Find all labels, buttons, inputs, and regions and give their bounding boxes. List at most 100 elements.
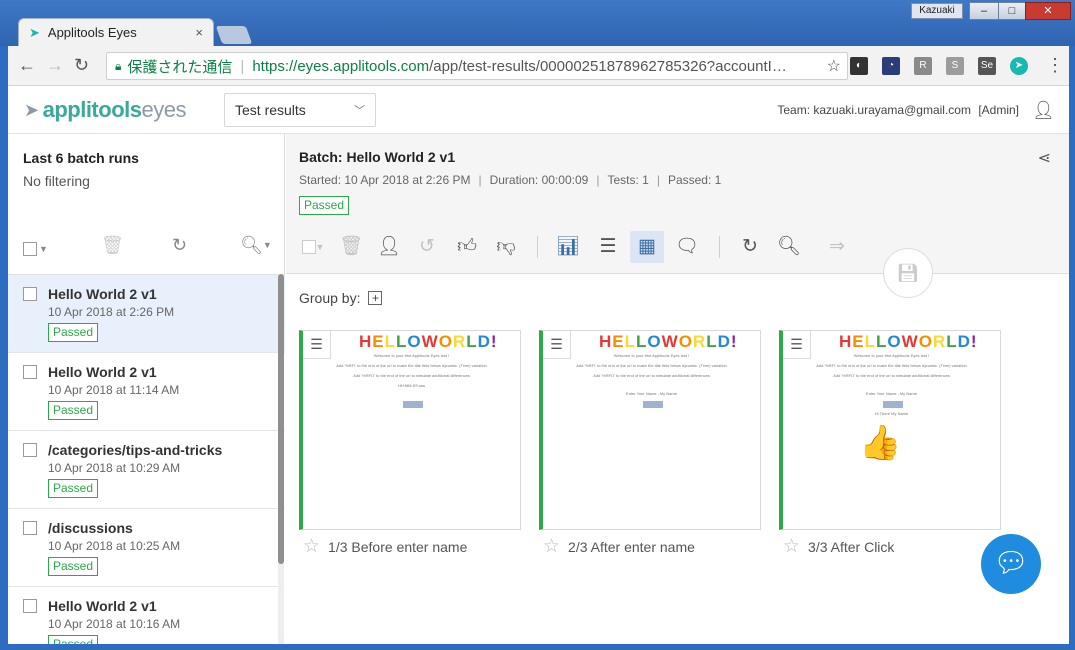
thumbs-up-icon[interactable]: 👍︎ — [453, 234, 481, 260]
undo-icon[interactable]: ↺ — [413, 234, 441, 260]
snapshot-text: HH:MM:SS.sss — [397, 383, 426, 388]
logo-sub-text: eyes — [141, 97, 186, 122]
snapshot-button — [643, 401, 663, 408]
browser-toolbar: ← → ↻ 🔒︎ 保護された通信 | https://eyes.applitoo… — [8, 46, 1069, 86]
status-badge: Passed — [48, 401, 99, 420]
back-icon[interactable]: ← — [18, 55, 36, 75]
secure-label: 保護された通信 — [127, 58, 233, 76]
rw-icon[interactable]: R — [914, 57, 932, 75]
address-bar[interactable]: 🔒︎ 保護された通信 | https://eyes.applitools.com… — [106, 52, 848, 80]
speed-icon[interactable]: ◔ — [882, 57, 900, 75]
snapshot-text: Add '%RFI' to the end of the url to make… — [336, 363, 487, 368]
comments-icon[interactable]: 🗨︎ — [673, 234, 701, 260]
batch-checkbox[interactable] — [23, 365, 37, 379]
batch-checkbox[interactable] — [23, 443, 37, 457]
browser-tab[interactable]: ➤ Applitools Eyes × — [18, 18, 214, 46]
applitools-logo[interactable]: ➤ applitools eyes — [24, 97, 186, 123]
window-user-badge: Kazuaki — [911, 3, 963, 19]
batch-item[interactable]: Hello World 2 v1 10 Apr 2018 at 2:26 PM … — [8, 275, 285, 353]
batch-tests: Tests: 1 — [607, 173, 649, 187]
batch-item[interactable]: /discussions 10 Apr 2018 at 10:25 AM Pas… — [8, 509, 285, 587]
batch-date: 10 Apr 2018 at 11:14 AM — [48, 383, 180, 397]
refresh-icon[interactable]: ↻ — [172, 234, 187, 256]
sidebar-filter[interactable]: No filtering — [23, 173, 90, 189]
batch-checkbox[interactable] — [23, 599, 37, 613]
save-icon[interactable]: 💾︎ — [883, 248, 933, 298]
step-caption-text[interactable]: 1/3 Before enter name — [328, 539, 467, 555]
bar-chart-icon[interactable]: 📊︎ — [554, 234, 582, 260]
status-badge: Passed — [48, 479, 99, 498]
scrollbar-thumb[interactable] — [278, 274, 284, 564]
star-icon[interactable]: ☆ — [303, 535, 320, 558]
grid-view-icon[interactable]: ▦ — [630, 231, 664, 263]
lock-icon: 🔒︎ — [115, 58, 122, 73]
step-card[interactable]: ☰ HELLO WORLD! Welcome to your first App… — [779, 330, 1001, 530]
assign-user-icon[interactable]: 👤︎ — [375, 234, 403, 260]
batch-passed: Passed: 1 — [667, 173, 722, 187]
batch-item[interactable]: Hello World 2 v1 10 Apr 2018 at 10:16 AM… — [8, 587, 285, 644]
delete-icon[interactable]: 🗑︎ — [337, 234, 365, 260]
new-tab-button[interactable] — [215, 26, 253, 44]
url-base: https://eyes.applitools.com — [252, 57, 430, 75]
refresh-icon[interactable]: ↻ — [736, 234, 764, 260]
add-group-icon[interactable]: + — [368, 291, 383, 305]
batch-date: 10 Apr 2018 at 10:16 AM — [48, 617, 181, 631]
batch-item[interactable]: Hello World 2 v1 10 Apr 2018 at 11:14 AM… — [8, 353, 285, 431]
snapshot-text: Add '%RFI' to the end of the url to make… — [576, 363, 727, 368]
maximize-button[interactable]: □ — [998, 2, 1026, 20]
batch-date: 10 Apr 2018 at 10:25 AM — [48, 539, 181, 553]
step-caption-text[interactable]: 2/3 After enter name — [568, 539, 695, 555]
step-card[interactable]: ☰ HELLO WORLD! Welcome to your first App… — [539, 330, 761, 530]
toolbar-divider — [537, 236, 538, 258]
group-by: Group by: + — [299, 290, 383, 306]
batch-checkbox[interactable] — [23, 287, 37, 301]
sidebar-scrollbar[interactable] — [278, 274, 284, 644]
snapshot-text: Enter Your Name : My Name — [866, 391, 917, 396]
batch-item[interactable]: /categories/tips-and-tricks 10 Apr 2018 … — [8, 431, 285, 509]
forward-icon[interactable]: → — [46, 55, 64, 75]
trash-icon[interactable]: 🗑︎ — [101, 234, 124, 256]
snapshot-heading: HELLO WORLD! — [599, 332, 738, 351]
snapshot-text: Welcome to your first Applitools Eyes te… — [373, 353, 450, 358]
batch-name: Hello World 2 v1 — [48, 598, 157, 614]
select-all-checkbox[interactable]: ▼ — [23, 238, 48, 261]
chat-launcher-icon[interactable]: 💬︎ — [981, 534, 1041, 594]
user-menu-icon[interactable]: 👤︎ — [1032, 100, 1055, 121]
batch-name: Hello World 2 v1 — [48, 364, 157, 380]
search-icon[interactable]: 🔍︎▼ — [240, 234, 272, 256]
logo-mark-icon: ➤ — [24, 99, 39, 120]
select-steps-checkbox[interactable]: ▼ — [299, 234, 327, 262]
step-card[interactable]: ☰ HELLO WORLD! Welcome to your first App… — [299, 330, 521, 530]
close-window-button[interactable]: ✕ — [1025, 2, 1071, 20]
minimize-button[interactable]: – — [969, 2, 999, 20]
list-view-icon[interactable]: ☰ — [594, 234, 622, 260]
reload-icon[interactable]: ↻ — [74, 55, 89, 75]
applitools-extension-icon[interactable]: ➤ — [1010, 57, 1028, 75]
batch-toolbar: ▼ 🗑︎ 👤︎ ↺ 👍︎ 👎︎ 📊︎ ☰ ▦ 🗨︎ ↻ 🔍︎ ⇒ — [299, 231, 899, 264]
step-caption-text[interactable]: 3/3 After Click — [808, 539, 894, 555]
thumbs-down-icon[interactable]: 👎︎ — [492, 234, 520, 260]
meta-divider: | — [478, 173, 482, 187]
view-select[interactable]: Test results ﹀ — [224, 93, 376, 127]
snapshot-text: Enter Your Name : My Name — [626, 391, 677, 396]
batch-name: /categories/tips-and-tricks — [48, 442, 223, 458]
star-icon[interactable]: ☆ — [783, 535, 800, 558]
batch-date: 10 Apr 2018 at 10:29 AM — [48, 461, 181, 475]
bookmark-star-icon[interactable]: ☆ — [827, 56, 841, 76]
se-icon[interactable]: Se — [978, 57, 996, 75]
snapshot-text: Welcome to your first Applitools Eyes te… — [613, 353, 690, 358]
snapshot-text: Welcome to your first Applitools Eyes te… — [853, 353, 930, 358]
tab-close-icon[interactable]: × — [195, 25, 203, 40]
status-badge: Passed — [48, 557, 99, 576]
batch-date: 10 Apr 2018 at 2:26 PM — [48, 305, 175, 319]
batch-checkbox[interactable] — [23, 521, 37, 535]
team-email: Team: kazuaki.urayama@gmail.com — [777, 103, 971, 117]
s-icon[interactable]: S — [946, 57, 964, 75]
share-icon[interactable]: ⋖ — [1038, 148, 1051, 168]
incognito-icon[interactable]: ◐ — [850, 57, 868, 75]
address-divider: | — [240, 57, 245, 75]
star-icon[interactable]: ☆ — [543, 535, 560, 558]
next-icon[interactable]: ⇒ — [823, 234, 851, 260]
zoom-icon[interactable]: 🔍︎ — [775, 234, 803, 260]
browser-menu-icon[interactable]: ⋮ — [1046, 55, 1064, 75]
